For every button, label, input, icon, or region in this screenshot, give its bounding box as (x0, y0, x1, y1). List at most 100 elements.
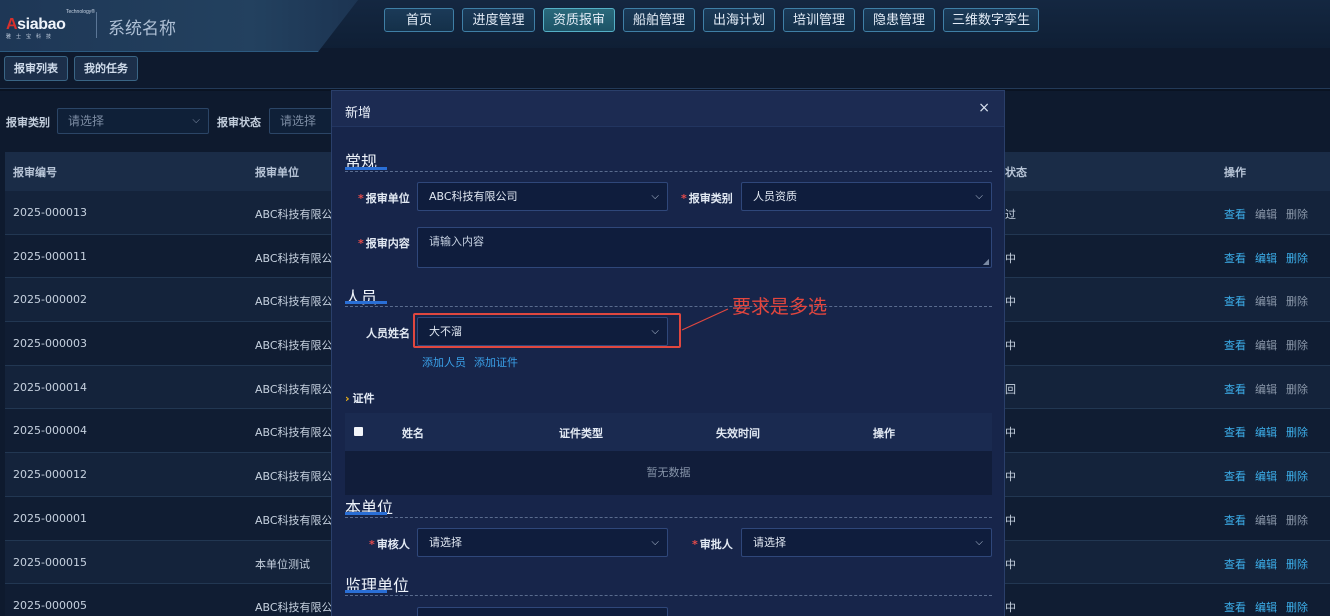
row-status: 过 (1005, 208, 1016, 221)
col-actions-header: 操作 (1224, 166, 1246, 179)
brand-logo: Technology® Asiabao 雅士宝科技 (6, 9, 95, 41)
logo-accent-letter: A (6, 16, 18, 33)
nav-hazards[interactable]: 隐患管理 (863, 8, 935, 32)
chevron-right-icon: › (345, 392, 350, 405)
content-textarea[interactable]: 请输入内容 ◢ (417, 227, 992, 268)
row-edit-link[interactable]: 编辑 (1255, 337, 1277, 353)
row-view-link[interactable]: 查看 (1224, 293, 1246, 309)
row-id: 2025-000013 (13, 206, 87, 219)
section-divider (345, 595, 992, 596)
nav-training[interactable]: 培训管理 (783, 8, 855, 32)
row-edit-link[interactable]: 编辑 (1255, 512, 1277, 528)
row-view-link[interactable]: 查看 (1224, 599, 1246, 615)
logo-subtext: 雅士宝科技 (6, 34, 57, 40)
page-tabs: 报审列表 我的任务 (4, 56, 138, 81)
row-id: 2025-000003 (13, 337, 87, 351)
row-view-link[interactable]: 查看 (1224, 381, 1246, 397)
row-delete-link[interactable]: 删除 (1286, 424, 1308, 440)
row-view-link[interactable]: 查看 (1224, 337, 1246, 353)
cert-col-type: 证件类型 (559, 427, 603, 440)
row-edit-link[interactable]: 编辑 (1255, 206, 1277, 222)
row-edit-link[interactable]: 编辑 (1255, 381, 1277, 397)
row-id: 2025-000001 (13, 511, 87, 525)
cert-col-actions: 操作 (873, 427, 895, 440)
nav-ships[interactable]: 船舶管理 (623, 8, 695, 32)
row-unit: ABC科技有限公 (255, 208, 333, 221)
row-id: 2025-000002 (13, 293, 87, 307)
reviewer-select[interactable]: 请选择 ⌵ (417, 528, 668, 557)
tab-review-list[interactable]: 报审列表 (4, 56, 68, 81)
annotation-highlight-box (413, 313, 681, 348)
section-accent-bar (345, 590, 387, 593)
col-status-header: 状态 (1005, 166, 1027, 179)
row-delete-link[interactable]: 删除 (1286, 556, 1308, 572)
reviewer-field-label: * 审核人 (369, 538, 410, 551)
chevron-down-icon: ⌵ (651, 191, 659, 202)
category-field-label-text: 报审类别 (688, 192, 733, 205)
app-title: 系统名称 (108, 19, 176, 38)
close-icon[interactable]: × (978, 100, 990, 116)
row-status: 回 (1005, 382, 1016, 396)
filter-status-placeholder: 请选择 (280, 114, 317, 128)
category-select[interactable]: 人员资质 ⌵ (741, 182, 992, 211)
nav-home[interactable]: 首页 (384, 8, 454, 32)
row-id: 2025-000004 (13, 424, 87, 438)
row-edit-link[interactable]: 编辑 (1255, 599, 1277, 615)
row-delete-link[interactable]: 删除 (1286, 206, 1308, 222)
nav-qualification[interactable]: 资质报审 (543, 8, 615, 32)
nav-digital-twin[interactable]: 三维数字孪生 (943, 8, 1039, 32)
row-unit: ABC科技有限公 (255, 513, 333, 527)
cert-table-header: 姓名 证件类型 失效时间 操作 (345, 413, 992, 451)
row-delete-link[interactable]: 删除 (1286, 293, 1308, 309)
row-status: 中 (1005, 426, 1016, 440)
filter-status-select[interactable]: 请选择 (269, 108, 339, 134)
row-edit-link[interactable]: 编辑 (1255, 468, 1277, 484)
row-edit-link[interactable]: 编辑 (1255, 424, 1277, 440)
row-view-link[interactable]: 查看 (1224, 512, 1246, 528)
cert-subsection-title: › 证件 (345, 390, 375, 406)
row-view-link[interactable]: 查看 (1224, 556, 1246, 572)
row-edit-link[interactable]: 编辑 (1255, 250, 1277, 266)
supervisor-select[interactable] (417, 607, 668, 616)
row-status: 中 (1005, 339, 1016, 353)
row-delete-link[interactable]: 删除 (1286, 599, 1308, 615)
row-unit: ABC科技有限公 (255, 295, 333, 309)
nav-progress[interactable]: 进度管理 (462, 8, 535, 32)
row-id: 2025-000011 (13, 249, 87, 263)
row-status: 中 (1005, 295, 1016, 309)
select-all-checkbox[interactable] (354, 427, 363, 436)
section-accent-bar (345, 167, 387, 170)
chevron-down-icon: ⌵ (192, 115, 200, 126)
unit-select[interactable]: ABC科技有限公司 ⌵ (417, 182, 668, 211)
row-id: 2025-000005 (13, 599, 87, 613)
col-id-header: 报审编号 (13, 166, 57, 179)
row-edit-link[interactable]: 编辑 (1255, 556, 1277, 572)
logo-text: Asiabao (6, 16, 66, 33)
tab-my-tasks[interactable]: 我的任务 (74, 56, 138, 81)
resize-grip-icon[interactable]: ◢ (983, 257, 989, 266)
row-status: 中 (1005, 557, 1016, 571)
chevron-down-icon: ⌵ (975, 537, 983, 548)
unit-field-label-text: 报审单位 (365, 192, 410, 205)
row-view-link[interactable]: 查看 (1224, 206, 1246, 222)
unit-field-label: * 报审单位 (358, 192, 410, 205)
row-delete-link[interactable]: 删除 (1286, 337, 1308, 353)
cert-col-expiry: 失效时间 (716, 427, 760, 440)
row-id: 2025-000015 (13, 555, 87, 569)
row-edit-link[interactable]: 编辑 (1255, 293, 1277, 309)
cert-empty-text: 暂无数据 (646, 466, 691, 479)
approver-field-label: * 审批人 (692, 538, 733, 551)
add-person-link[interactable]: 添加人员 (422, 354, 466, 370)
row-delete-link[interactable]: 删除 (1286, 512, 1308, 528)
approver-select[interactable]: 请选择 ⌵ (741, 528, 992, 557)
row-delete-link[interactable]: 删除 (1286, 468, 1308, 484)
category-field-label: * 报审类别 (681, 192, 733, 205)
row-delete-link[interactable]: 删除 (1286, 250, 1308, 266)
filter-type-select[interactable]: 请选择 ⌵ (57, 108, 209, 134)
row-view-link[interactable]: 查看 (1224, 424, 1246, 440)
add-cert-link[interactable]: 添加证件 (474, 354, 518, 370)
row-view-link[interactable]: 查看 (1224, 250, 1246, 266)
nav-sea-plan[interactable]: 出海计划 (703, 8, 775, 32)
row-view-link[interactable]: 查看 (1224, 468, 1246, 484)
row-delete-link[interactable]: 删除 (1286, 381, 1308, 397)
